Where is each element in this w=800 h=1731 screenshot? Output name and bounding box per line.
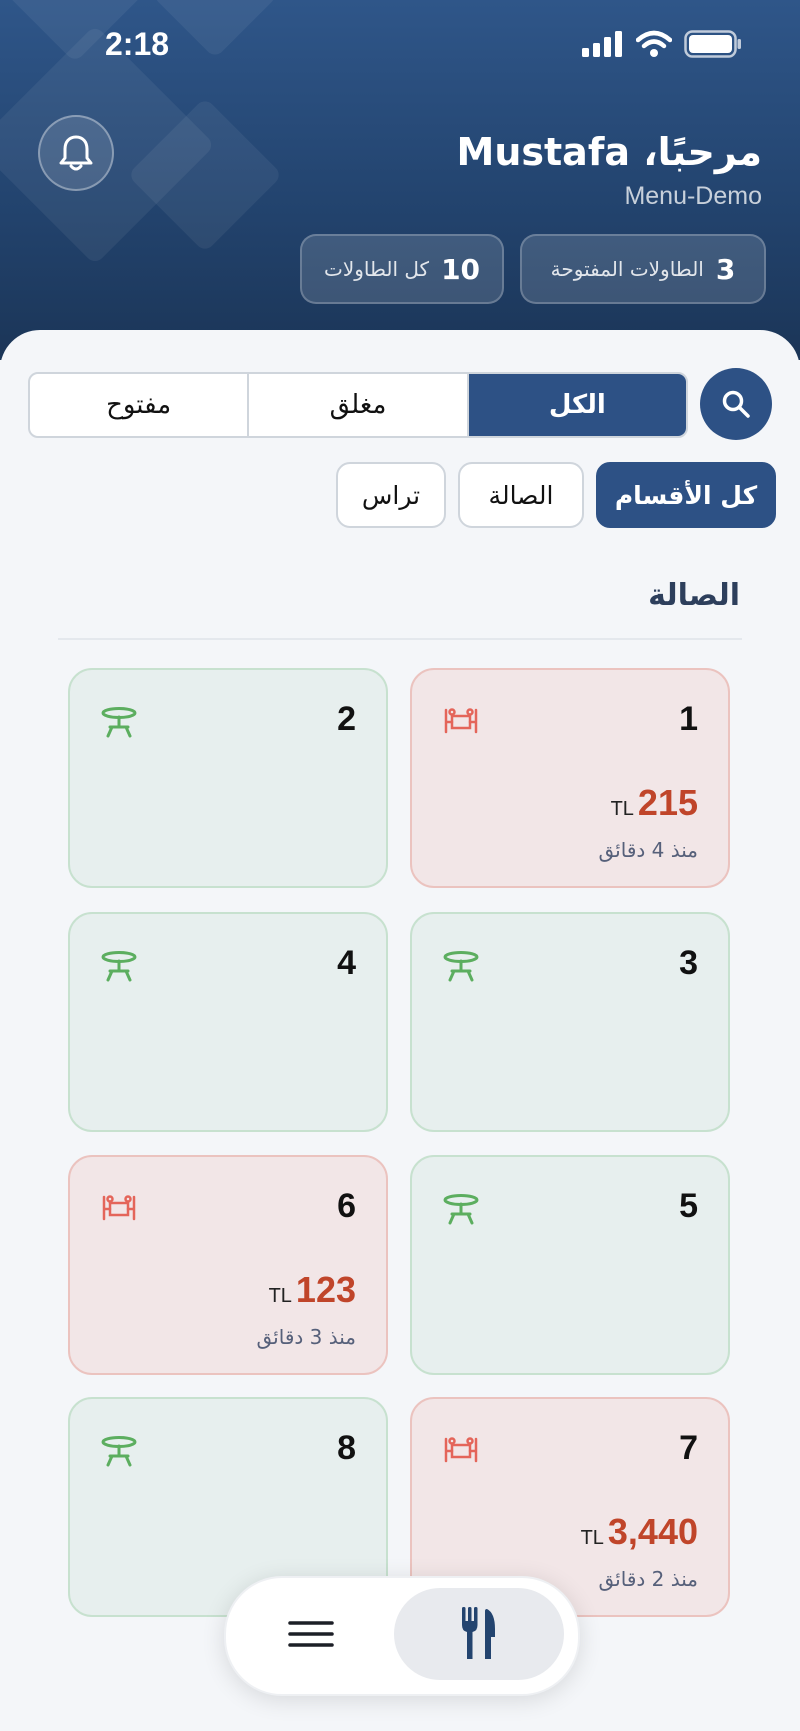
table-number: 3 (679, 944, 698, 982)
elapsed-time: منذ 2 دقائق (598, 1567, 698, 1591)
section-chip-all[interactable]: كل الأقسام (596, 462, 776, 528)
bottom-navigation (224, 1576, 580, 1696)
round-table-icon (100, 1435, 138, 1471)
search-icon (722, 390, 750, 418)
signal-icon (582, 31, 622, 57)
table-card-6[interactable]: 6 TL 123 منذ 3 دقائق (68, 1155, 388, 1375)
hamburger-menu-icon (288, 1621, 334, 1647)
stat-value: 10 (441, 252, 481, 286)
round-table-icon (100, 706, 138, 742)
header-decoration (151, 0, 279, 59)
tab-all[interactable]: الكل (468, 374, 686, 436)
section-title: الصالة (648, 578, 740, 613)
tab-open[interactable]: مفتوح (30, 374, 250, 436)
section-chip-hall[interactable]: الصالة (458, 462, 584, 528)
round-table-icon (442, 1193, 480, 1229)
notifications-button[interactable] (38, 115, 114, 191)
table-amount: TL 123 (269, 1269, 356, 1311)
currency: TL (610, 798, 634, 820)
table-card-4[interactable]: 4 (68, 912, 388, 1132)
occupied-table-icon (442, 706, 480, 740)
greeting: مرحبًا، Mustafa (456, 130, 762, 174)
currency: TL (580, 1527, 604, 1549)
stat-label: الطاولات المفتوحة (550, 257, 704, 281)
status-time: 2:18 (105, 26, 170, 62)
table-amount: TL 3,440 (581, 1511, 698, 1553)
section-divider (58, 638, 742, 640)
fork-knife-icon (462, 1607, 495, 1659)
amount: 3,440 (607, 1511, 698, 1552)
occupied-table-icon (442, 1435, 480, 1469)
table-amount: TL 215 (611, 782, 698, 824)
table-number: 1 (679, 700, 698, 738)
table-number: 5 (679, 1187, 698, 1225)
currency: TL (268, 1285, 292, 1307)
nav-tables-button[interactable] (394, 1588, 564, 1680)
table-number: 2 (337, 700, 356, 738)
all-tables-stat[interactable]: 10 كل الطاولات (300, 234, 504, 304)
status-icons (582, 30, 742, 58)
elapsed-time: منذ 4 دقائق (598, 838, 698, 862)
wifi-icon (636, 30, 672, 57)
table-number: 4 (337, 944, 356, 982)
restaurant-name: Menu-Demo (624, 182, 762, 210)
table-number: 7 (679, 1429, 698, 1467)
elapsed-time: منذ 3 دقائق (256, 1325, 356, 1349)
stat-value: 3 (715, 252, 736, 286)
section-chip-terrace[interactable]: تراس (336, 462, 446, 528)
bell-icon (59, 135, 93, 171)
amount: 215 (637, 782, 698, 823)
table-card-5[interactable]: 5 (410, 1155, 730, 1375)
round-table-icon (100, 950, 138, 986)
table-number: 8 (337, 1429, 356, 1467)
nav-menu-button[interactable] (226, 1588, 396, 1680)
table-number: 6 (337, 1187, 356, 1225)
open-tables-stat[interactable]: 3 الطاولات المفتوحة (520, 234, 766, 304)
tab-closed[interactable]: مغلق (249, 374, 469, 436)
amount: 123 (295, 1269, 356, 1310)
table-card-3[interactable]: 3 (410, 912, 730, 1132)
stat-label: كل الطاولات (323, 257, 430, 281)
occupied-table-icon (100, 1193, 138, 1227)
status-filter-tabs: مفتوح مغلق الكل (28, 372, 688, 438)
table-card-2[interactable]: 2 (68, 668, 388, 888)
round-table-icon (442, 950, 480, 986)
battery-icon (684, 30, 741, 58)
search-button[interactable] (700, 368, 772, 440)
table-card-1[interactable]: 1 TL 215 منذ 4 دقائق (410, 668, 730, 888)
